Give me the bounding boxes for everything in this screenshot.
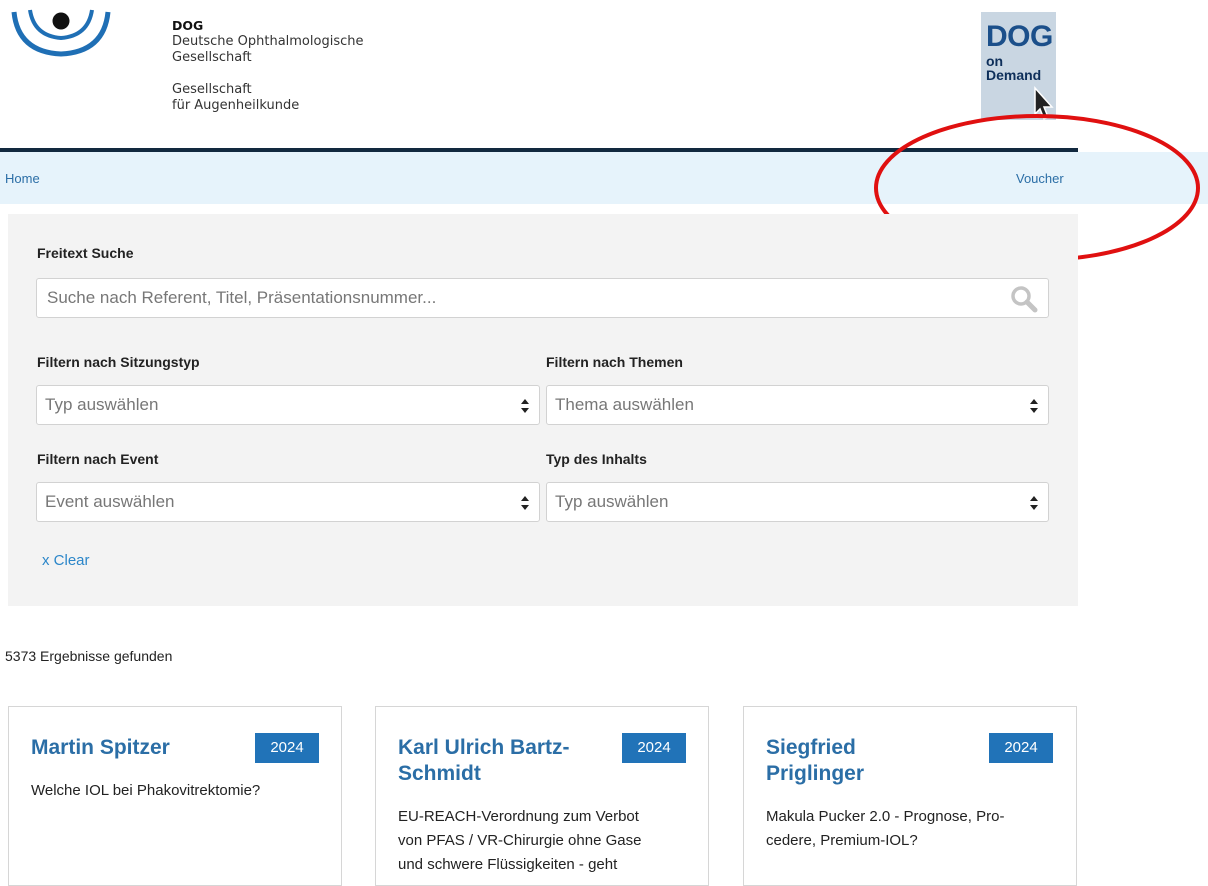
- select-arrows-icon: [521, 399, 529, 413]
- card-speaker[interactable]: Siegfried Priglinger: [766, 735, 976, 787]
- dod-logo-on: on: [986, 53, 1004, 69]
- sitzungstyp-label: Filtern nach Sitzungstyp: [37, 354, 200, 370]
- nav-home-link[interactable]: Home: [5, 171, 40, 186]
- card-title-line2: cedere, Premium-IOL?: [766, 832, 918, 849]
- card-speaker-line1: Karl Ulrich Bartz-: [398, 736, 570, 759]
- card-speaker-line2: Priglinger: [766, 762, 865, 785]
- org-name-line2: Gesellschaft: [172, 50, 252, 65]
- card-title-line2: von PFAS / VR-Chirurgie ohne Gase: [398, 832, 642, 849]
- select-arrows-icon: [521, 496, 529, 510]
- year-badge: 2024: [989, 733, 1053, 763]
- card-title-line1: EU-REACH-Verordnung zum Verbot: [398, 808, 639, 825]
- select-arrows-icon: [1030, 496, 1038, 510]
- org-sub-line2: für Augenheilkunde: [172, 98, 300, 113]
- card-title[interactable]: EU-REACH-Verordnung zum Verbot von PFAS …: [398, 805, 698, 877]
- card-speaker-line2: Schmidt: [398, 762, 481, 785]
- event-select[interactable]: Event auswählen: [36, 482, 540, 522]
- event-value: Event auswählen: [45, 492, 175, 511]
- search-field: [36, 278, 1049, 318]
- result-card[interactable]: Martin Spitzer 2024 Welche IOL bei Phako…: [8, 706, 342, 886]
- year-badge: 2024: [622, 733, 686, 763]
- card-speaker-line1: Siegfried: [766, 736, 856, 759]
- card-speaker[interactable]: Karl Ulrich Bartz- Schmidt: [398, 735, 608, 787]
- org-abbr: DOG: [172, 18, 204, 33]
- eye-logo-icon[interactable]: [8, 8, 114, 58]
- year-badge: 2024: [255, 733, 319, 763]
- themen-value: Thema auswählen: [555, 395, 694, 414]
- sitzungstyp-select[interactable]: Typ auswählen: [36, 385, 540, 425]
- freitext-label: Freitext Suche: [37, 245, 134, 261]
- org-name: DOG Deutsche Ophthalmologische Gesellsch…: [172, 18, 363, 114]
- dod-logo-demand: Demand: [986, 67, 1042, 83]
- inhalt-value: Typ auswählen: [555, 492, 669, 511]
- inhalt-select[interactable]: Typ auswählen: [546, 482, 1049, 522]
- card-title-line1: Makula Pucker 2.0 - Prognose, Pro-: [766, 808, 1005, 825]
- event-label: Filtern nach Event: [37, 451, 159, 467]
- result-card[interactable]: Siegfried Priglinger 2024 Makula Pucker …: [743, 706, 1077, 886]
- card-title[interactable]: Welche IOL bei Phakovitrektomie?: [31, 779, 331, 803]
- inhalt-label: Typ des Inhalts: [546, 451, 647, 467]
- themen-label: Filtern nach Themen: [546, 354, 683, 370]
- org-sub-line1: Gesellschaft: [172, 82, 252, 97]
- dog-on-demand-logo[interactable]: DOG on Demand: [981, 12, 1056, 120]
- card-title[interactable]: Makula Pucker 2.0 - Prognose, Pro- ceder…: [766, 805, 1066, 853]
- themen-select[interactable]: Thema auswählen: [546, 385, 1049, 425]
- search-input[interactable]: [45, 287, 949, 309]
- org-name-line1: Deutsche Ophthalmologische: [172, 34, 364, 49]
- result-card[interactable]: Karl Ulrich Bartz- Schmidt 2024 EU-REACH…: [375, 706, 709, 886]
- clear-filters-link[interactable]: x Clear: [42, 552, 90, 569]
- sitzungstyp-value: Typ auswählen: [45, 395, 159, 414]
- results-count: 5373 Ergebnisse gefunden: [5, 648, 173, 664]
- select-arrows-icon: [1030, 399, 1038, 413]
- card-title-line3: und schwere Flüssigkeiten - geht: [398, 856, 618, 873]
- card-speaker[interactable]: Martin Spitzer: [31, 735, 241, 761]
- search-icon[interactable]: [1010, 285, 1038, 313]
- dod-logo-big: DOG: [986, 20, 1053, 53]
